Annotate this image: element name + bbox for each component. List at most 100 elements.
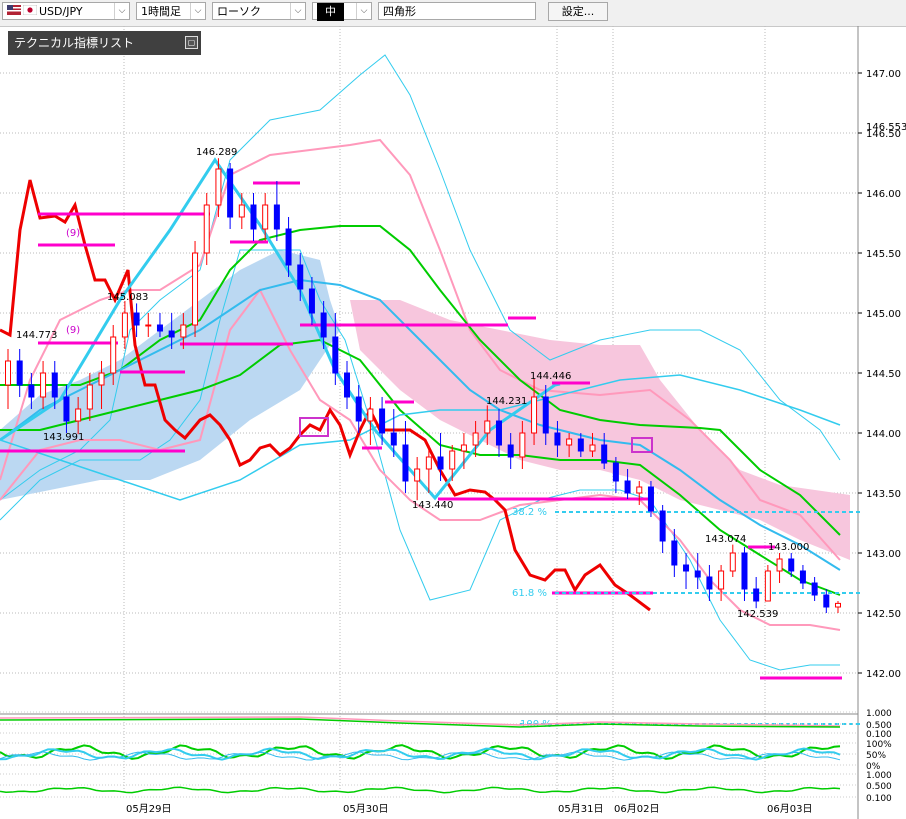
osc-tick-label: 0.100	[866, 730, 892, 740]
price-annotation: 145.083	[107, 292, 148, 303]
candle-body	[577, 438, 584, 452]
candle-body	[519, 432, 526, 458]
price-annotation: 143.000	[768, 542, 809, 553]
candle-body	[215, 168, 222, 206]
chevron-down-icon[interactable]: ⌵	[356, 3, 371, 19]
candle-body	[566, 438, 573, 446]
date-axis: 05月29日 05月30日 05月31日 06月02日 06月03日	[126, 803, 812, 815]
candle-body	[449, 450, 456, 470]
candle-body	[250, 204, 257, 230]
price-axis: 147.00146.50146.00145.50145.00144.50144.…	[858, 69, 906, 680]
symbol-label: USD/JPY	[39, 5, 83, 18]
candle-body	[495, 420, 502, 446]
candle-body	[227, 168, 234, 218]
candle-body	[414, 468, 421, 482]
y-tick-label: 143.50	[866, 489, 901, 500]
line-width-select[interactable]: 中 ⌵	[312, 2, 372, 21]
candle-body	[51, 372, 58, 398]
y-tick-label: 145.00	[866, 309, 901, 320]
y-tick-label: 145.50	[866, 249, 901, 260]
candle-body	[192, 252, 199, 326]
price-chart[interactable]: 146.289 145.083 144.773 143.991 144.446 144.2…	[0, 26, 906, 819]
restore-icon[interactable]: ▢	[185, 36, 198, 49]
candle-body	[238, 204, 245, 218]
chart-style-select[interactable]: ローソク ⌵	[212, 2, 306, 20]
indicator-list-panel[interactable]: テクニカル指標リスト ▢	[8, 31, 201, 55]
candle-body	[601, 444, 608, 464]
osc1-line	[0, 716, 841, 727]
drawing-tool-field[interactable]: 四角形	[378, 2, 536, 20]
timeframe-select[interactable]: 1時間足 ⌵	[136, 2, 206, 20]
osc-tick-label: 0.100	[866, 794, 892, 804]
candle-body	[273, 204, 280, 230]
candle-body	[636, 486, 643, 494]
chevron-down-icon[interactable]: ⌵	[114, 3, 129, 19]
price-annotation: 143.991	[43, 432, 84, 443]
candle-body	[5, 360, 11, 386]
candle-body	[554, 432, 561, 446]
candle-body	[647, 486, 654, 512]
date-label: 05月29日	[126, 803, 171, 815]
price-annotation: 144.446	[530, 371, 571, 382]
candle-body	[484, 420, 491, 434]
price-annotation: 142.539	[737, 609, 778, 620]
osc-tick-label: 50%	[866, 751, 886, 761]
date-label: 06月02日	[614, 803, 659, 815]
symbol-select[interactable]: USD/JPY ⌵	[2, 2, 130, 20]
candle-body	[180, 324, 187, 338]
drawing-tool-label: 四角形	[383, 5, 416, 18]
candle-body	[344, 372, 351, 398]
y-tick-label: 143.00	[866, 549, 901, 560]
candle-body	[531, 396, 538, 434]
candle-body	[86, 384, 93, 410]
candle-body	[589, 444, 596, 452]
y-tick-label: 146.00	[866, 189, 901, 200]
candle-body	[40, 372, 47, 398]
cloud-bull	[0, 250, 340, 500]
fib-label: 61.8 %	[512, 588, 547, 599]
candle-body	[75, 408, 82, 422]
candle-body	[133, 312, 140, 326]
chevron-down-icon[interactable]: ⌵	[190, 3, 205, 19]
candle-body	[788, 558, 795, 572]
japan-flag-icon	[22, 3, 38, 21]
y-tick-label: 142.00	[866, 669, 901, 680]
osc-tick-label: 0.500	[866, 782, 892, 792]
candle-body	[753, 588, 760, 602]
price-annotation: 144.231	[486, 396, 527, 407]
osc-tick-label: 1.000	[866, 709, 892, 719]
candle-body	[98, 372, 105, 386]
candle-body	[706, 576, 713, 590]
period-label: (9)	[66, 325, 80, 336]
chevron-down-icon[interactable]: ⌵	[290, 3, 305, 19]
candle-body	[624, 480, 631, 494]
fib-label: 38.2 %	[512, 507, 547, 518]
candle-body	[16, 360, 23, 386]
osc1-line-2	[0, 718, 841, 728]
candle-body	[156, 324, 163, 332]
candle-body	[823, 594, 830, 608]
price-annotation: 143.440	[412, 500, 453, 511]
candle-body	[799, 570, 806, 584]
timeframe-label: 1時間足	[141, 5, 181, 18]
cloud-bear	[350, 300, 850, 560]
candle-body	[320, 312, 327, 338]
current-price-label: 146.553	[866, 122, 906, 133]
candle-body	[671, 540, 678, 566]
settings-button[interactable]: 設定...	[548, 2, 608, 21]
candle-body	[718, 570, 725, 590]
candle-body	[741, 552, 748, 590]
candle-body	[659, 510, 666, 542]
candle-body	[297, 264, 304, 290]
candle-body	[402, 444, 409, 482]
osc3-line	[0, 786, 841, 794]
candle-body	[437, 456, 444, 470]
candle-body	[203, 204, 210, 254]
line-width-label: 中	[317, 3, 344, 21]
candle-body	[472, 432, 479, 446]
candle-body	[694, 570, 701, 578]
candle-body	[835, 602, 841, 608]
candle-body	[460, 444, 467, 452]
candle-body	[683, 564, 690, 572]
candle-body	[332, 336, 339, 374]
